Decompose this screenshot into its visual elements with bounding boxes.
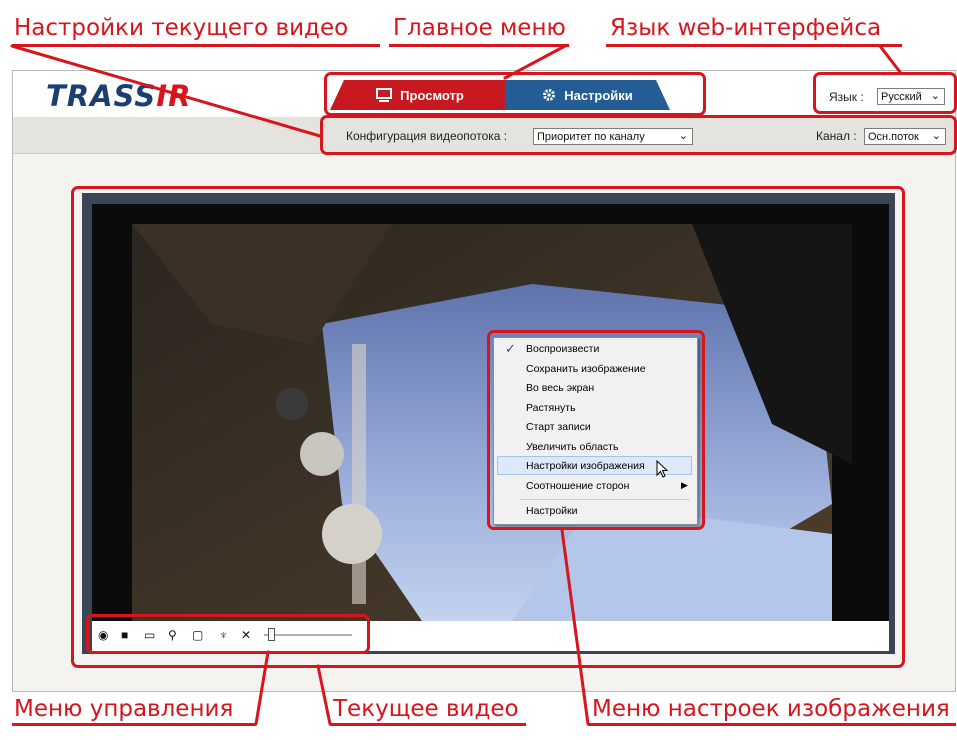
annotation-connectors xyxy=(10,44,902,726)
